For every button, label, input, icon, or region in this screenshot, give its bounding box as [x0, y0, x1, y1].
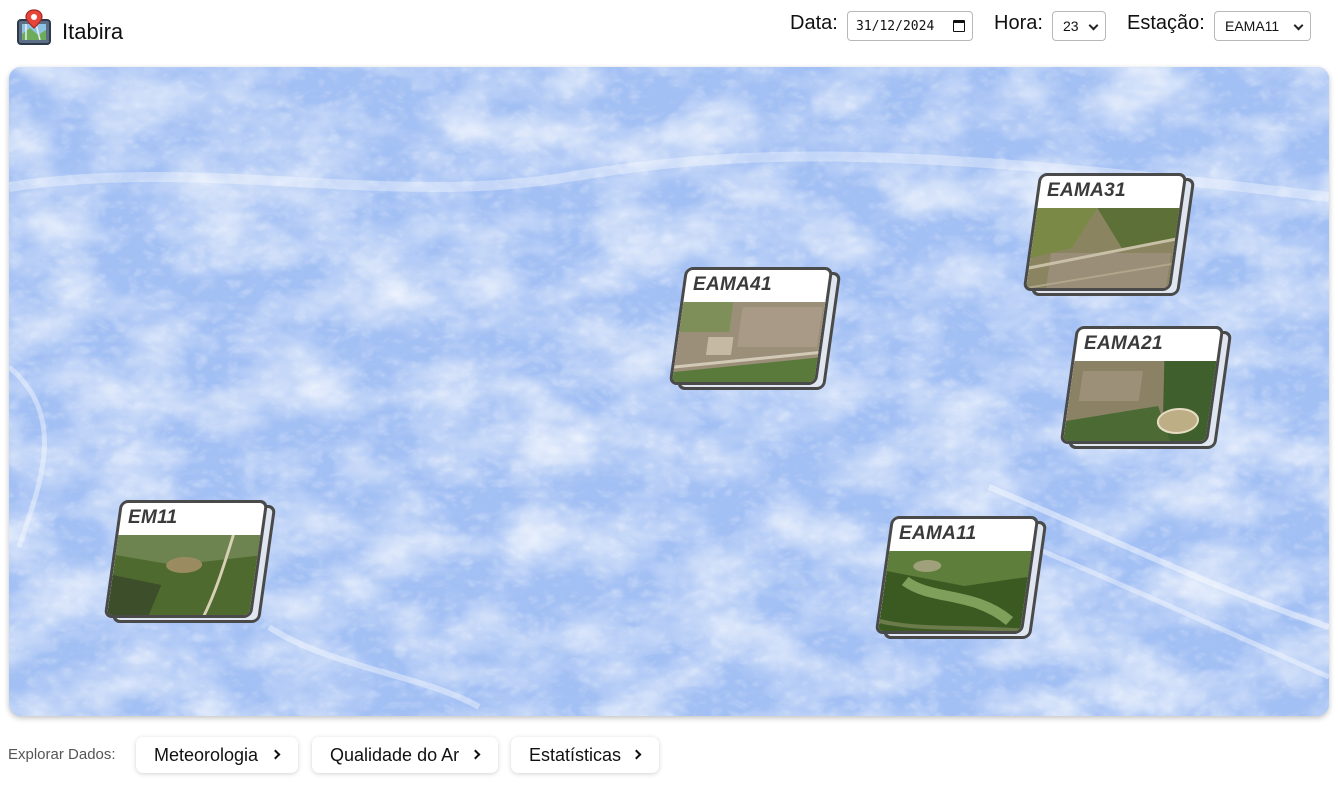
station-label: Estação: — [1127, 12, 1205, 34]
station-label: EAMA31 — [1047, 180, 1126, 201]
station-label: EAMA41 — [693, 274, 772, 295]
city-map[interactable]: EAMA31 EAMA41 EAMA21 EM11 EAMA11 — [9, 67, 1329, 716]
hour-value: 23 — [1063, 18, 1079, 34]
station-photo — [1062, 361, 1223, 444]
meteorology-button[interactable]: Meteorologia — [136, 737, 298, 773]
station-label: EAMA21 — [1084, 333, 1163, 354]
air-quality-button[interactable]: Qualidade do Ar — [312, 737, 498, 773]
date-label: Data: — [790, 12, 838, 34]
chevron-down-icon — [1088, 20, 1099, 31]
station-photo — [1025, 208, 1186, 291]
hour-label: Hora: — [994, 12, 1043, 34]
calendar-icon[interactable] — [953, 20, 965, 32]
station-photo — [671, 302, 832, 385]
chevron-right-icon — [631, 749, 642, 760]
station-label: EM11 — [128, 507, 178, 528]
date-input[interactable]: 31/12/2024 — [847, 11, 973, 41]
button-label: Qualidade do Ar — [330, 744, 460, 765]
button-label: Estatísticas — [529, 744, 622, 765]
station-value: EAMA11 — [1225, 18, 1280, 34]
station-photo — [877, 551, 1038, 634]
chevron-right-icon — [270, 749, 281, 760]
explore-label: Explorar Dados: — [8, 746, 116, 763]
statistics-button[interactable]: Estatísticas — [511, 737, 659, 773]
button-label: Meteorologia — [154, 744, 259, 765]
date-value: 31/12/2024 — [856, 18, 935, 34]
station-marker-eama21[interactable]: EAMA21 — [1059, 326, 1233, 450]
station-marker-em11[interactable]: EM11 — [103, 500, 277, 624]
map-pin-icon — [16, 8, 52, 46]
station-photo — [106, 535, 267, 618]
chevron-down-icon — [1293, 20, 1304, 31]
station-select[interactable]: EAMA11 — [1214, 11, 1311, 41]
station-marker-eama11[interactable]: EAMA11 — [874, 516, 1048, 640]
hour-select[interactable]: 23 — [1052, 11, 1106, 41]
station-label: EAMA11 — [899, 523, 977, 544]
app-title: Itabira — [62, 19, 124, 44]
station-marker-eama31[interactable]: EAMA31 — [1022, 173, 1196, 297]
chevron-right-icon — [470, 749, 481, 760]
station-marker-eama41[interactable]: EAMA41 — [668, 267, 842, 391]
